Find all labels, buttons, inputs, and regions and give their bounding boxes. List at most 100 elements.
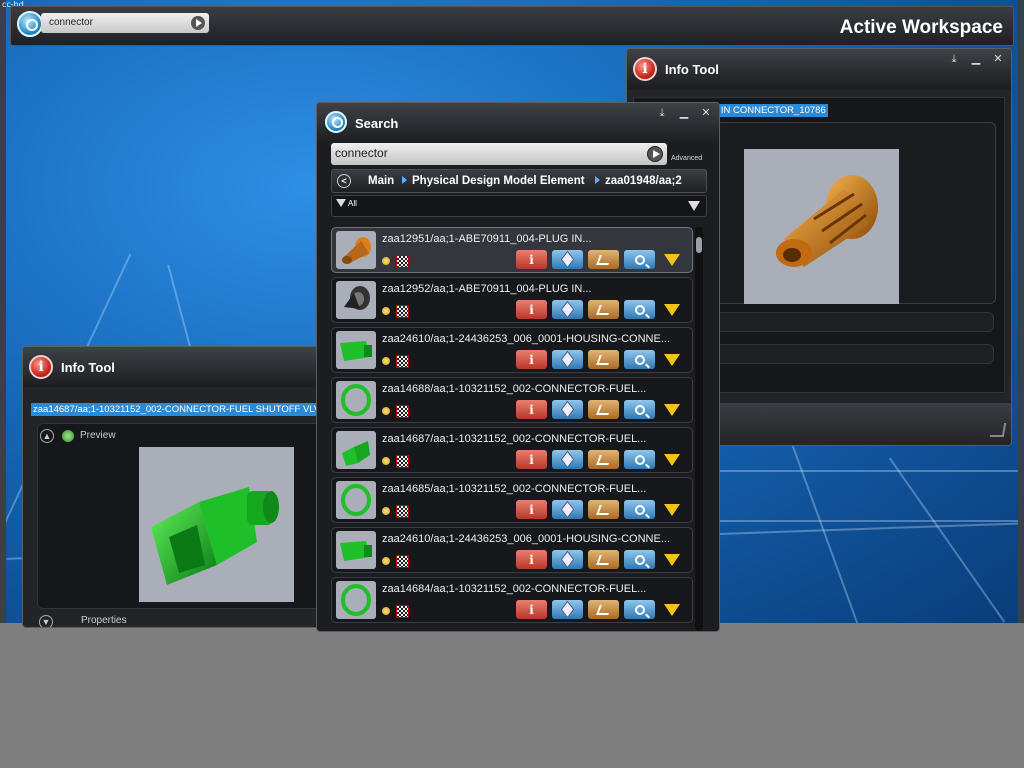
filter-icon[interactable] xyxy=(660,450,684,469)
result-row[interactable]: zaa24610/aa;1-24436253_006_0001-HOUSING-… xyxy=(331,527,693,573)
cube-icon[interactable] xyxy=(552,300,583,319)
search-go-icon[interactable] xyxy=(647,146,663,162)
filter-options-icon[interactable] xyxy=(680,199,702,213)
magnifier-icon[interactable] xyxy=(624,250,655,269)
result-row[interactable]: zaa14688/aa;1-10321152_002-CONNECTOR-FUE… xyxy=(331,377,693,423)
result-row[interactable]: zaa14685/aa;1-10321152_002-CONNECTOR-FUE… xyxy=(331,477,693,523)
where-used-icon[interactable] xyxy=(588,300,619,319)
search-input[interactable]: connector xyxy=(331,143,667,165)
result-title[interactable]: zaa14688/aa;1-10321152_002-CONNECTOR-FUE… xyxy=(382,383,646,395)
filter-icon[interactable] xyxy=(660,400,684,419)
info-icon[interactable]: i xyxy=(516,500,547,519)
search-icon xyxy=(325,111,347,133)
filter-all-button[interactable]: All xyxy=(336,199,357,208)
selected-object-name[interactable]: zaa14687/aa;1-10321152_002-CONNECTOR-FUE… xyxy=(31,403,323,416)
breadcrumb-item[interactable]: Physical Design Model Element xyxy=(412,175,585,187)
results-scrollbar[interactable] xyxy=(695,227,703,631)
search-panel: Search ⤓ ▁ ✕ connector Advanced < Main P… xyxy=(316,102,720,632)
preview-image xyxy=(139,447,294,602)
filter-icon[interactable] xyxy=(660,350,684,369)
breadcrumb-item[interactable]: zaa01948/aa;2 xyxy=(605,175,682,187)
result-title[interactable]: zaa12952/aa;1-ABE70911_004-PLUG IN... xyxy=(382,283,592,295)
result-row[interactable]: zaa14684/aa;1-10321152_002-CONNECTOR-FUE… xyxy=(331,577,693,623)
minimize-icon[interactable]: ▁ xyxy=(969,53,983,67)
result-status-icon xyxy=(382,305,409,318)
info-icon[interactable]: i xyxy=(516,250,547,269)
filter-icon[interactable] xyxy=(660,550,684,569)
scroll-thumb[interactable] xyxy=(696,237,702,253)
magnifier-icon[interactable] xyxy=(624,400,655,419)
resize-handle[interactable] xyxy=(989,423,1007,437)
back-icon[interactable]: < xyxy=(337,174,351,188)
cube-icon[interactable] xyxy=(552,550,583,569)
result-title[interactable]: zaa24610/aa;1-24436253_006_0001-HOUSING-… xyxy=(382,533,670,545)
where-used-icon[interactable] xyxy=(588,250,619,269)
where-used-icon[interactable] xyxy=(588,500,619,519)
result-title[interactable]: zaa12951/aa;1-ABE70911_004-PLUG IN... xyxy=(382,233,592,245)
result-status-icon xyxy=(382,455,409,468)
result-title[interactable]: zaa24610/aa;1-24436253_006_0001-HOUSING-… xyxy=(382,333,670,345)
cube-icon[interactable] xyxy=(552,250,583,269)
global-search-input[interactable]: connector xyxy=(41,13,209,33)
magnifier-icon[interactable] xyxy=(624,350,655,369)
global-search-value: connector xyxy=(49,17,93,28)
result-status-icon xyxy=(382,255,409,268)
cube-icon[interactable] xyxy=(552,500,583,519)
filter-icon[interactable] xyxy=(660,300,684,319)
filter-all-label: All xyxy=(348,199,357,208)
where-used-icon[interactable] xyxy=(588,600,619,619)
magnifier-icon[interactable] xyxy=(624,450,655,469)
result-row[interactable]: zaa14687/aa;1-10321152_002-CONNECTOR-FUE… xyxy=(331,427,693,473)
search-go-icon[interactable] xyxy=(191,16,205,30)
properties-label: Properties xyxy=(81,615,127,626)
result-thumbnail xyxy=(336,281,376,319)
where-used-icon[interactable] xyxy=(588,450,619,469)
panel-title: Search xyxy=(355,116,399,131)
magnifier-icon[interactable] xyxy=(624,550,655,569)
expand-icon[interactable]: ▼ xyxy=(39,615,53,627)
close-icon[interactable]: ✕ xyxy=(699,107,713,121)
close-icon[interactable]: ✕ xyxy=(991,53,1005,67)
breadcrumb: < Main Physical Design Model Element zaa… xyxy=(331,169,707,193)
magnifier-icon[interactable] xyxy=(624,600,655,619)
result-row[interactable]: zaa12951/aa;1-ABE70911_004-PLUG IN... i xyxy=(331,227,693,273)
cube-icon[interactable] xyxy=(552,450,583,469)
filter-icon[interactable] xyxy=(660,500,684,519)
magnifier-icon[interactable] xyxy=(624,300,655,319)
collapse-icon[interactable]: ▲ xyxy=(40,429,54,443)
info-icon[interactable]: i xyxy=(516,550,547,569)
filter-icon[interactable] xyxy=(660,600,684,619)
cube-icon[interactable] xyxy=(552,350,583,369)
filter-icon[interactable] xyxy=(660,250,684,269)
result-title[interactable]: zaa14687/aa;1-10321152_002-CONNECTOR-FUE… xyxy=(382,433,646,445)
pin-icon[interactable]: ⤓ xyxy=(655,107,669,121)
result-title[interactable]: zaa14684/aa;1-10321152_002-CONNECTOR-FUE… xyxy=(382,583,646,595)
where-used-icon[interactable] xyxy=(588,550,619,569)
info-icon[interactable]: i xyxy=(516,400,547,419)
info-icon[interactable]: i xyxy=(516,450,547,469)
info-icon[interactable]: i xyxy=(516,300,547,319)
info-icon[interactable]: i xyxy=(516,350,547,369)
preview-label: Preview xyxy=(80,430,116,441)
result-row[interactable]: zaa24610/aa;1-24436253_006_0001-HOUSING-… xyxy=(331,327,693,373)
where-used-icon[interactable] xyxy=(588,350,619,369)
panel-title: Info Tool xyxy=(665,62,719,77)
advanced-search-link[interactable]: Advanced xyxy=(671,155,702,162)
result-row[interactable]: zaa12952/aa;1-ABE70911_004-PLUG IN... i xyxy=(331,277,693,323)
info-icon[interactable]: i xyxy=(516,600,547,619)
orange-plug-icon xyxy=(776,175,878,267)
result-thumbnail xyxy=(336,381,376,419)
breadcrumb-item[interactable]: Main xyxy=(368,175,394,187)
magnifier-icon[interactable] xyxy=(624,500,655,519)
cube-icon[interactable] xyxy=(552,600,583,619)
result-thumbnail xyxy=(336,431,376,469)
filter-bar: All xyxy=(331,195,707,217)
search-icon[interactable] xyxy=(17,11,43,37)
result-title[interactable]: zaa14685/aa;1-10321152_002-CONNECTOR-FUE… xyxy=(382,483,646,495)
where-used-icon[interactable] xyxy=(588,400,619,419)
minimize-icon[interactable]: ▁ xyxy=(677,107,691,121)
pin-icon[interactable]: ⤓ xyxy=(947,53,961,67)
panel-title: Info Tool xyxy=(61,360,115,375)
cube-icon[interactable] xyxy=(552,400,583,419)
result-thumbnail xyxy=(336,531,376,569)
